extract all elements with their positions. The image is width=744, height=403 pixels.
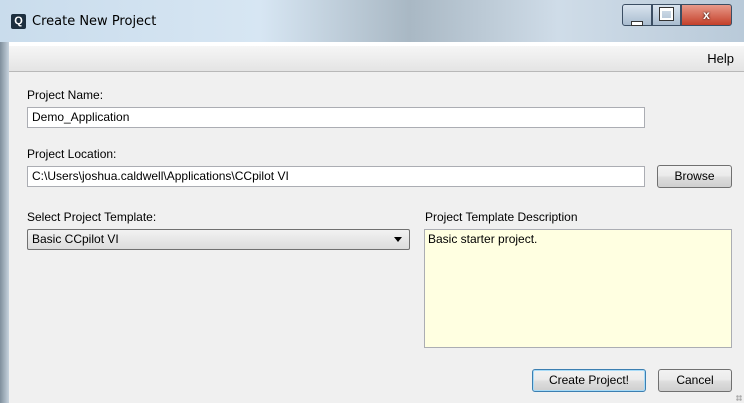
window-frame-left <box>0 42 9 403</box>
maximize-icon <box>653 5 680 25</box>
minimize-button[interactable] <box>622 4 652 26</box>
dialog-body: Project Name: Demo_Application Project L… <box>9 72 744 403</box>
template-selected-value: Basic CCpilot VI <box>32 232 119 246</box>
close-button[interactable]: x <box>681 4 732 26</box>
cancel-button[interactable]: Cancel <box>658 369 732 392</box>
template-select-label: Select Project Template: <box>27 210 157 224</box>
chevron-down-icon <box>394 237 402 242</box>
minimize-icon <box>623 5 651 26</box>
browse-button[interactable]: Browse <box>657 165 732 188</box>
create-project-button[interactable]: Create Project! <box>532 369 646 392</box>
menu-bar: Help <box>9 46 744 72</box>
template-select[interactable]: Basic CCpilot VI <box>27 229 410 250</box>
menu-item-help[interactable]: Help <box>707 51 734 66</box>
template-description-label: Project Template Description <box>425 210 578 224</box>
window-title: Create New Project <box>32 14 157 29</box>
project-location-label: Project Location: <box>27 147 117 161</box>
resize-grip-icon[interactable] <box>736 395 742 401</box>
template-description-box: Basic starter project. <box>424 229 732 348</box>
template-description-text: Basic starter project. <box>428 232 538 246</box>
close-icon: x <box>703 8 710 22</box>
project-name-label: Project Name: <box>27 88 104 102</box>
create-new-project-window: Q Create New Project x Help Project Name… <box>0 0 744 403</box>
title-bar[interactable]: Q Create New Project x <box>0 0 744 42</box>
project-name-input[interactable]: Demo_Application <box>27 107 645 128</box>
project-location-input[interactable]: C:\Users\joshua.caldwell\Applications\CC… <box>27 166 645 187</box>
maximize-button[interactable] <box>652 4 681 26</box>
app-icon[interactable]: Q <box>11 14 26 29</box>
